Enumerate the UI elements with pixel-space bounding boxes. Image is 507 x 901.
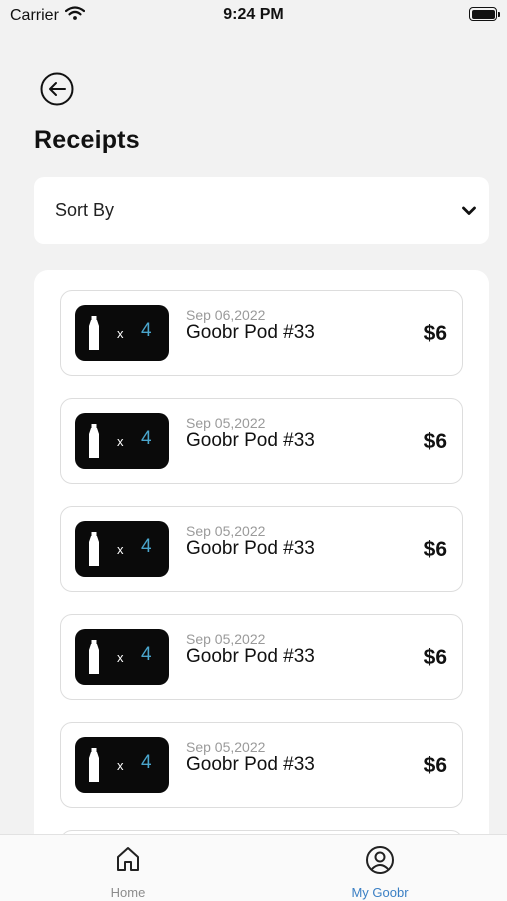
bottle-icon xyxy=(89,748,99,782)
receipt-price: $6 xyxy=(423,754,447,777)
page-title: Receipts xyxy=(34,126,140,154)
sort-by-dropdown[interactable]: Sort By xyxy=(34,177,489,244)
receipt-name: Goobr Pod #33 xyxy=(186,430,315,451)
receipts-list[interactable]: x 4 Sep 06,2022 Goobr Pod #33 $6 x 4 Sep… xyxy=(34,270,489,870)
status-bar: Carrier 9:24 PM xyxy=(0,0,507,32)
home-icon xyxy=(117,847,139,871)
receipt-price: $6 xyxy=(423,646,447,669)
quantity-count: 4 xyxy=(141,644,152,665)
receipt-date: Sep 05,2022 xyxy=(186,739,266,755)
quantity-count: 4 xyxy=(141,752,152,773)
quantity-count: 4 xyxy=(141,428,152,449)
receipt-name: Goobr Pod #33 xyxy=(186,538,315,559)
bottle-icon xyxy=(89,640,99,674)
receipt-date: Sep 06,2022 xyxy=(186,307,266,323)
tab-bar: Home My Goobr xyxy=(0,834,507,901)
tab-my-goobr[interactable]: My Goobr xyxy=(300,835,460,901)
tab-home-label: Home xyxy=(110,885,146,900)
receipt-price: $6 xyxy=(423,538,447,561)
quantity-multiplier: x xyxy=(117,542,124,557)
sort-by-label: Sort By xyxy=(55,200,115,220)
receipt-name: Goobr Pod #33 xyxy=(186,322,315,343)
product-thumbnail: x 4 xyxy=(75,413,169,469)
bottle-icon xyxy=(89,316,99,350)
quantity-multiplier: x xyxy=(117,650,124,665)
receipt-card[interactable]: x 4 Sep 06,2022 Goobr Pod #33 $6 xyxy=(60,290,463,376)
tab-my-goobr-label: My Goobr xyxy=(351,885,409,900)
receipt-date: Sep 05,2022 xyxy=(186,631,266,647)
receipt-name: Goobr Pod #33 xyxy=(186,754,315,775)
quantity-count: 4 xyxy=(141,536,152,557)
quantity-multiplier: x xyxy=(117,434,124,449)
receipt-card[interactable]: x 4 Sep 05,2022 Goobr Pod #33 $6 xyxy=(60,398,463,484)
receipt-card[interactable]: x 4 Sep 05,2022 Goobr Pod #33 $6 xyxy=(60,506,463,592)
receipt-price: $6 xyxy=(423,322,447,345)
status-time: 9:24 PM xyxy=(223,6,284,23)
battery-icon xyxy=(469,7,500,21)
chevron-down-icon xyxy=(462,206,476,215)
receipt-price: $6 xyxy=(423,430,447,453)
back-button[interactable] xyxy=(40,72,74,106)
bottle-icon xyxy=(89,424,99,458)
user-circle-icon xyxy=(366,846,394,874)
receipt-date: Sep 05,2022 xyxy=(186,523,266,539)
product-thumbnail: x 4 xyxy=(75,305,169,361)
product-thumbnail: x 4 xyxy=(75,737,169,793)
arrow-left-circle-icon xyxy=(40,72,74,106)
receipt-card[interactable]: x 4 Sep 05,2022 Goobr Pod #33 $6 xyxy=(60,614,463,700)
product-thumbnail: x 4 xyxy=(75,629,169,685)
quantity-multiplier: x xyxy=(117,758,124,773)
quantity-count: 4 xyxy=(141,320,152,341)
quantity-multiplier: x xyxy=(117,326,124,341)
receipt-card[interactable]: x 4 Sep 05,2022 Goobr Pod #33 $6 xyxy=(60,722,463,808)
tab-home[interactable]: Home xyxy=(48,835,208,901)
receipt-date: Sep 05,2022 xyxy=(186,415,266,431)
receipt-name: Goobr Pod #33 xyxy=(186,646,315,667)
product-thumbnail: x 4 xyxy=(75,521,169,577)
bottle-icon xyxy=(89,532,99,566)
